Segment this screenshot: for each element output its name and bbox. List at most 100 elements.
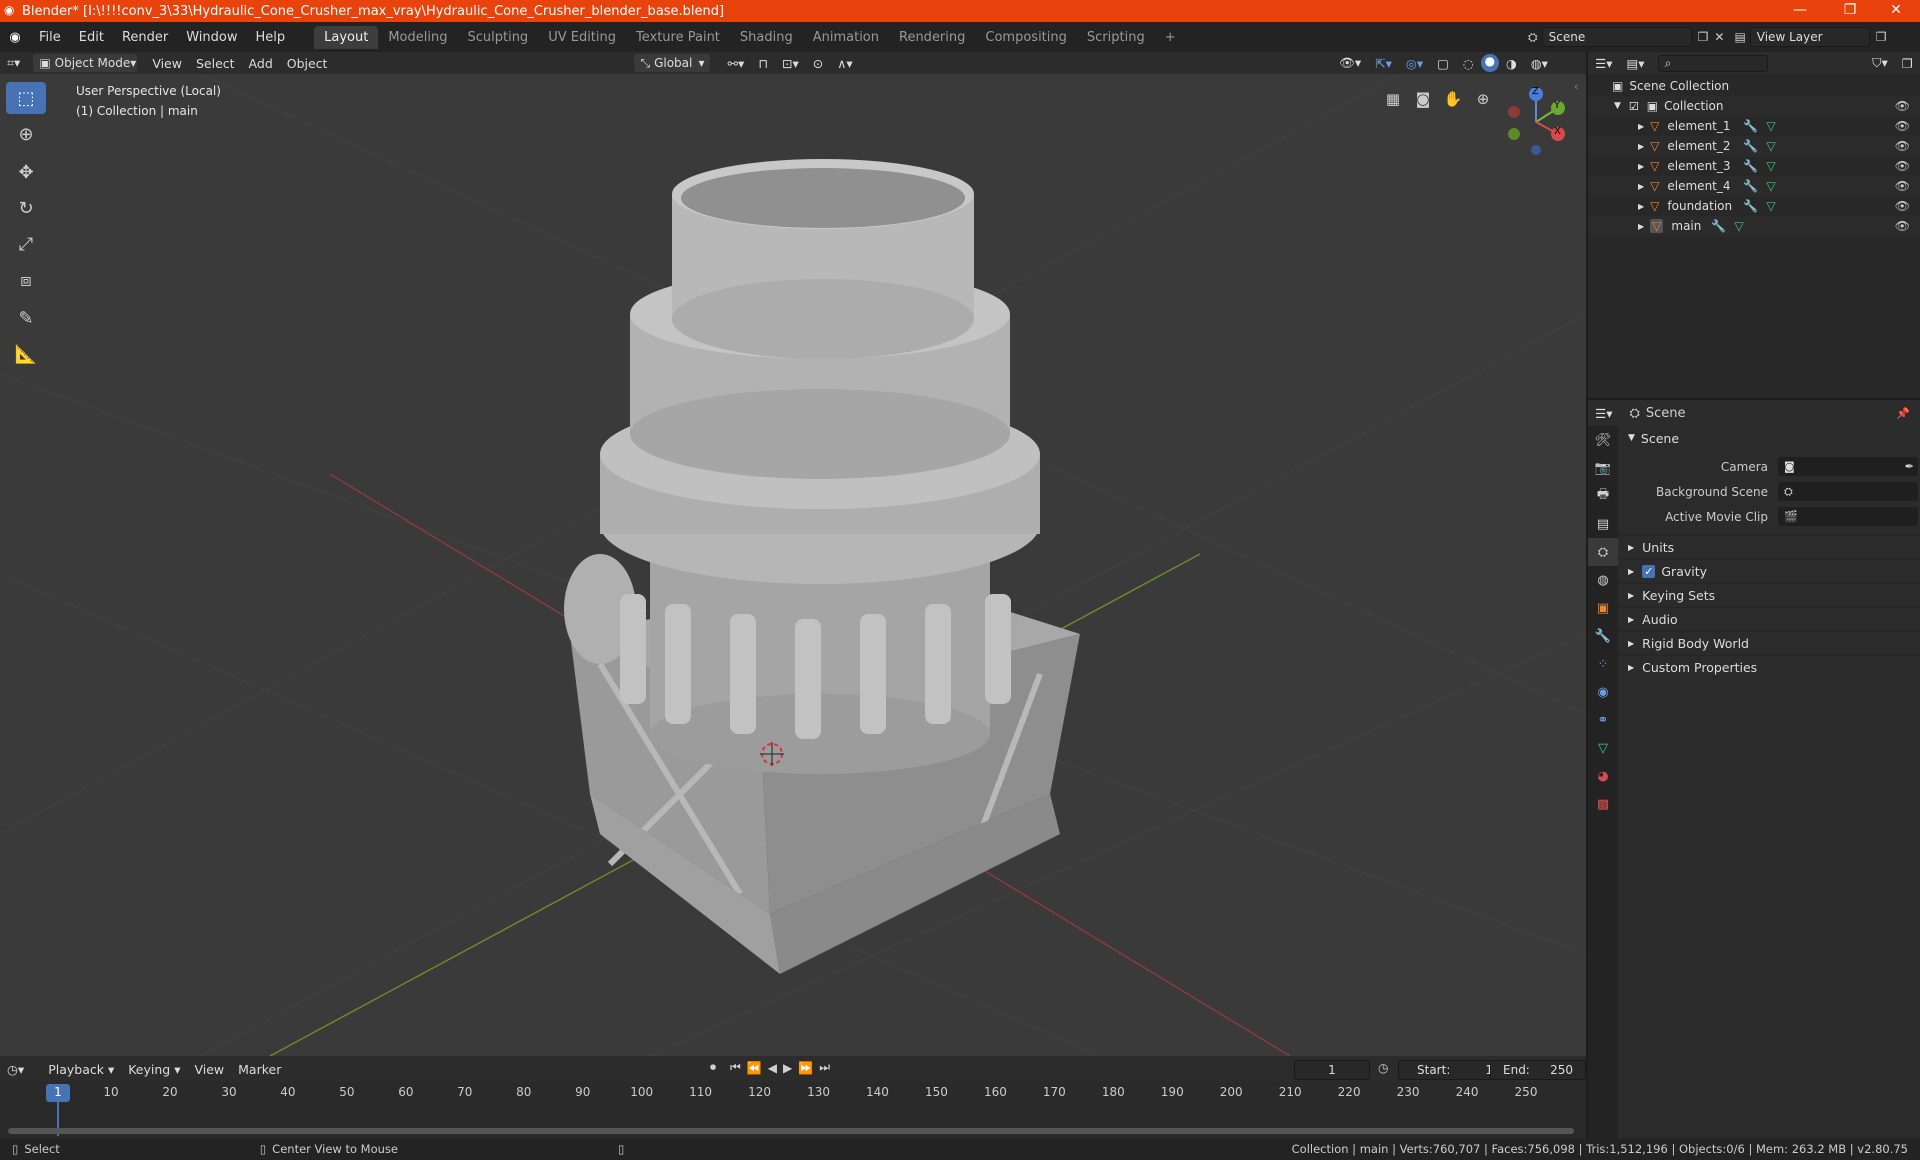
sidebar-toggle-icon[interactable]: ‹	[1574, 80, 1578, 93]
toggle-ortho-icon[interactable]: ▦	[1380, 86, 1406, 112]
outliner-editor-type-icon[interactable]: ☰▾	[1588, 56, 1619, 71]
wireframe-shading-icon[interactable]: ◌	[1456, 56, 1481, 71]
menu-window[interactable]: Window	[177, 30, 246, 45]
background-scene-field[interactable]: ⛭	[1778, 482, 1918, 501]
current-frame-field[interactable]: 1	[1294, 1060, 1370, 1080]
rendered-shading-icon[interactable]: ◍▾	[1524, 56, 1555, 71]
proportional-edit-icon[interactable]: ⊙	[806, 56, 830, 71]
output-tab-icon[interactable]: 🖶	[1588, 482, 1618, 510]
eye-icon[interactable]: 👁	[1895, 99, 1910, 113]
menu-edit[interactable]: Edit	[70, 30, 113, 45]
eyedropper-icon[interactable]: ✒	[1905, 460, 1914, 473]
pivot-icon[interactable]: ⚯▾	[720, 56, 751, 71]
physics-tab-icon[interactable]: ◉	[1588, 678, 1618, 706]
outliner-row-element-4[interactable]: ▶ ▽ element_4 🔧 ▽ 👁	[1588, 176, 1920, 196]
expand-arrow-icon[interactable]: ▶	[1638, 142, 1644, 151]
tab-animation[interactable]: Animation	[803, 26, 889, 49]
menu-keying[interactable]: Keying ▾	[121, 1062, 187, 1077]
eye-icon[interactable]: 👁	[1895, 159, 1910, 173]
tool-tab-icon[interactable]: 🛠	[1588, 426, 1618, 454]
view-layer-tab-icon[interactable]: ▤	[1588, 510, 1618, 538]
menu-file[interactable]: File	[30, 30, 70, 45]
pan-hand-icon[interactable]: ✋	[1440, 86, 1466, 112]
tab-compositing[interactable]: Compositing	[975, 26, 1077, 49]
frame-ruler[interactable]: 1 10 20 30 40 50 60 70 80 90 100 110 120 130 140 150 160…	[0, 1082, 1586, 1136]
tab-modeling[interactable]: Modeling	[378, 26, 457, 49]
outliner-search-input[interactable]: ⌕	[1657, 54, 1768, 72]
render-tab-icon[interactable]: 📷	[1588, 454, 1618, 482]
eye-icon[interactable]: 👁	[1895, 139, 1910, 153]
transform-orientation-selector[interactable]: ⤡ Global ▾	[634, 54, 711, 72]
blender-menu-icon[interactable]: ◉	[0, 30, 30, 45]
mode-selector[interactable]: ▣ Object Mode ▾	[33, 54, 138, 72]
modifier-tab-icon[interactable]: 🔧	[1588, 622, 1618, 650]
keying-sets-panel[interactable]: ▶ Keying Sets	[1618, 583, 1920, 607]
tab-uv-editing[interactable]: UV Editing	[538, 26, 626, 49]
tab-texture-paint[interactable]: Texture Paint	[626, 26, 730, 49]
gravity-panel[interactable]: ▶ ✓ Gravity	[1618, 559, 1920, 583]
menu-add[interactable]: Add	[242, 56, 280, 71]
texture-tab-icon[interactable]: ▩	[1588, 790, 1618, 818]
timeline-scrollbar[interactable]	[8, 1128, 1574, 1134]
object-tab-icon[interactable]: ▣	[1588, 594, 1618, 622]
zoom-icon[interactable]: ⊕	[1470, 86, 1496, 112]
select-box-icon[interactable]: ⬚	[6, 82, 46, 114]
navigation-gizmo[interactable]: Z Y X	[1500, 84, 1572, 156]
annotate-icon[interactable]: ✎	[6, 302, 46, 334]
scene-selector[interactable]: Scene	[1541, 27, 1692, 47]
outliner-row-element-2[interactable]: ▶ ▽ element_2 🔧 ▽ 👁	[1588, 136, 1920, 156]
record-icon[interactable]: ⏺	[710, 1060, 716, 1075]
menu-marker[interactable]: Marker	[231, 1062, 288, 1077]
tab-scripting[interactable]: Scripting	[1077, 26, 1155, 49]
3d-viewport[interactable]: User Perspective (Local) (1) Collection …	[0, 74, 1586, 1056]
new-view-layer-icon[interactable]: ❐	[1876, 30, 1887, 44]
display-mode-icon[interactable]: ▤▾	[1619, 56, 1651, 71]
overlay-toggle-icon[interactable]: ◎▾	[1399, 56, 1430, 71]
play-reverse-icon[interactable]: ◀	[768, 1061, 777, 1075]
visibility-icon[interactable]: 👁▾	[1332, 55, 1368, 71]
xray-toggle-icon[interactable]: ▢	[1430, 56, 1456, 71]
cursor-icon[interactable]: ⊕	[6, 118, 46, 150]
editor-type-icon[interactable]: ⌗▾	[0, 55, 27, 71]
eye-icon[interactable]: 👁	[1895, 199, 1910, 213]
tab-sculpting[interactable]: Sculpting	[457, 26, 538, 49]
menu-render[interactable]: Render	[113, 30, 177, 45]
filter-icon[interactable]: ⛉▾	[1865, 55, 1895, 71]
tab-shading[interactable]: Shading	[730, 26, 803, 49]
jump-key-back-icon[interactable]: ⏪	[747, 1061, 762, 1075]
timeline-editor-type-icon[interactable]: ◷▾	[0, 1062, 31, 1077]
view-layer-selector[interactable]: View Layer	[1749, 27, 1870, 47]
material-shading-icon[interactable]: ◑	[1499, 56, 1524, 71]
scene-panel-header[interactable]: ▼ Scene	[1618, 426, 1920, 450]
material-tab-icon[interactable]: ◕	[1588, 762, 1618, 790]
transform-icon[interactable]: ⧈	[6, 264, 46, 296]
scale-icon[interactable]: ⤢	[6, 228, 46, 260]
eye-icon[interactable]: 👁	[1895, 219, 1910, 233]
expand-arrow-icon[interactable]: ▼	[1614, 101, 1621, 111]
snap-icon[interactable]: ⊓	[751, 56, 775, 71]
constraints-tab-icon[interactable]: ⚭	[1588, 706, 1618, 734]
menu-object[interactable]: Object	[280, 56, 335, 71]
eye-icon[interactable]: 👁	[1895, 179, 1910, 193]
outliner-row-element-3[interactable]: ▶ ▽ element_3 🔧 ▽ 👁	[1588, 156, 1920, 176]
data-tab-icon[interactable]: ▽	[1588, 734, 1618, 762]
tab-layout[interactable]: Layout	[314, 25, 379, 49]
falloff-icon[interactable]: ∧▾	[830, 56, 859, 71]
custom-properties-panel[interactable]: ▶ Custom Properties	[1618, 655, 1920, 679]
end-frame-field[interactable]: End: 250	[1490, 1060, 1586, 1080]
expand-arrow-icon[interactable]: ▶	[1638, 122, 1644, 131]
properties-editor-type-icon[interactable]: ☰▾	[1588, 406, 1619, 421]
gizmo-toggle-icon[interactable]: ⇱▾	[1368, 56, 1399, 71]
outliner-row-foundation[interactable]: ▶ ▽ foundation 🔧 ▽ 👁	[1588, 196, 1920, 216]
menu-select[interactable]: Select	[189, 56, 242, 71]
outliner-row-collection[interactable]: ▼ ☑ ▣ Collection 👁	[1588, 96, 1920, 116]
active-movie-clip-field[interactable]: 🎬	[1778, 507, 1918, 526]
minimize-icon[interactable]: —	[1780, 0, 1820, 22]
jump-end-icon[interactable]: ⏭	[819, 1060, 830, 1075]
rotate-icon[interactable]: ↻	[6, 192, 46, 224]
outliner-row-scene-collection[interactable]: ▣ Scene Collection	[1588, 76, 1920, 96]
delete-scene-icon[interactable]: ✕	[1714, 30, 1724, 44]
units-panel[interactable]: ▶ Units	[1618, 535, 1920, 559]
new-collection-icon[interactable]: ❐	[1895, 56, 1920, 71]
menu-help[interactable]: Help	[247, 30, 295, 45]
